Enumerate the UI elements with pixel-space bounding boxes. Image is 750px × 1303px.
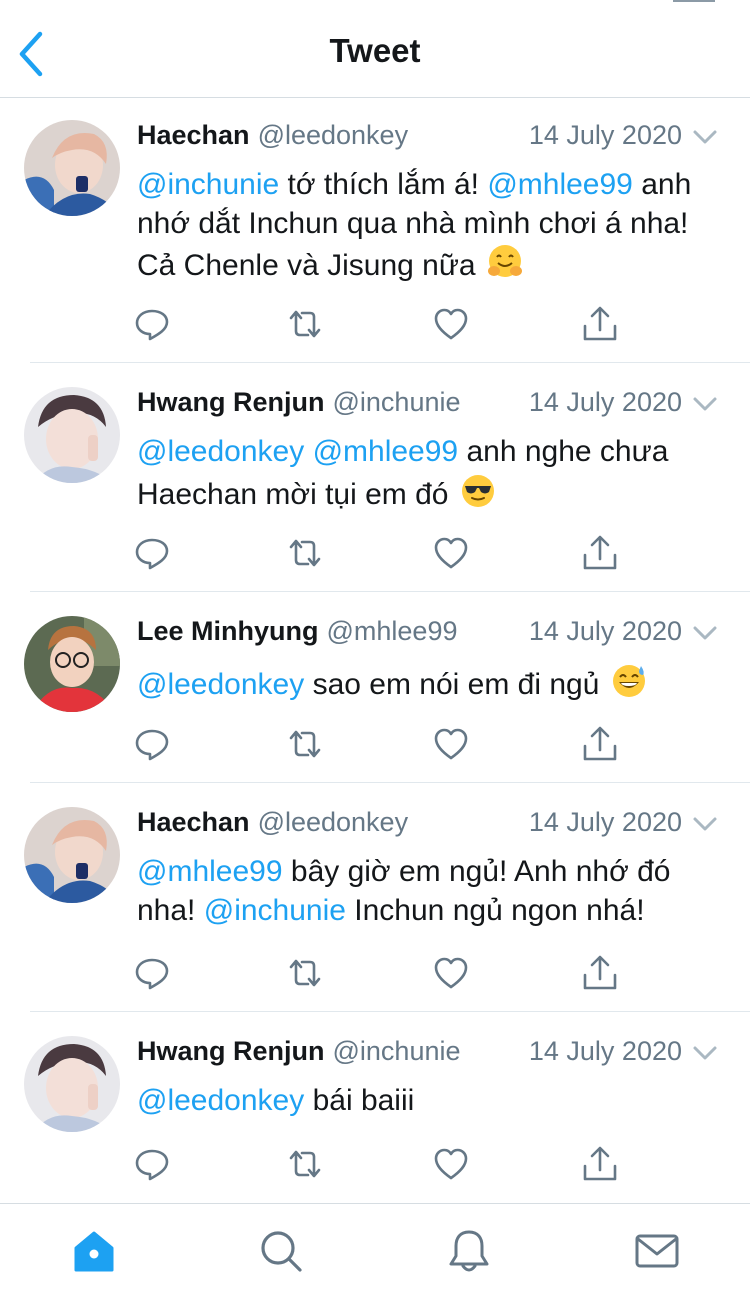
share-icon[interactable]	[580, 724, 620, 764]
tweet-actions	[0, 533, 750, 573]
page-title: Tweet	[329, 32, 421, 69]
author-name[interactable]: Hwang Renjun	[137, 1036, 325, 1066]
like-icon[interactable]	[431, 304, 471, 344]
tweet[interactable]: Hwang Renjun @inchunie 14 July 2020 @leed…	[0, 1012, 750, 1203]
tweet-actions	[0, 304, 750, 344]
mention-link[interactable]: @leedonkey	[137, 1084, 304, 1117]
chevron-down-icon[interactable]	[690, 618, 720, 648]
share-icon[interactable]	[580, 953, 620, 993]
chevron-down-icon[interactable]	[690, 1038, 720, 1068]
tweet-header: Haechan @leedonkey 14 July 2020	[137, 807, 720, 843]
author-name[interactable]: Hwang Renjun	[137, 387, 325, 417]
grinning-sweat-emoji	[612, 665, 645, 697]
tab-search[interactable]	[256, 1226, 306, 1276]
author-handle[interactable]: @inchunie	[333, 387, 461, 417]
tweet-text: @leedonkey bái baiii	[137, 1084, 415, 1117]
tweet-actions	[0, 1144, 750, 1184]
mention-link[interactable]: @leedonkey	[137, 668, 304, 701]
chevron-down-icon[interactable]	[690, 122, 720, 152]
tweet-date: 14 July 2020	[528, 616, 682, 646]
like-icon[interactable]	[431, 724, 471, 764]
mention-link[interactable]: @inchunie	[137, 168, 279, 201]
like-icon[interactable]	[431, 953, 471, 993]
share-icon[interactable]	[580, 304, 620, 344]
mention-link[interactable]: @mhlee99	[487, 168, 633, 201]
reply-icon[interactable]	[132, 304, 172, 344]
retweet-icon[interactable]	[285, 533, 325, 573]
home-icon	[74, 1231, 114, 1272]
retweet-icon[interactable]	[285, 724, 325, 764]
mention-link[interactable]: @leedonkey	[137, 435, 304, 468]
tweet-header: Lee Minhyung @mhlee99 14 July 2020	[137, 616, 720, 652]
share-icon[interactable]	[580, 533, 620, 573]
chevron-down-icon[interactable]	[690, 389, 720, 419]
tweet-text: @inchunie tớ thích lắm á! @mhlee99 anh n…	[137, 168, 692, 282]
tweet-text: @mhlee99 bây giờ em ngủ! Anh nhớ đó nha!…	[137, 855, 671, 927]
tweet-header: Hwang Renjun @inchunie 14 July 2020	[137, 387, 720, 423]
hugging-face-emoji	[487, 245, 522, 277]
reply-icon[interactable]	[132, 724, 172, 764]
tweet[interactable]: Haechan @leedonkey 14 July 2020 @inchunie…	[0, 98, 750, 363]
reply-icon[interactable]	[132, 1144, 172, 1184]
tab-home[interactable]	[69, 1226, 119, 1276]
avatar[interactable]	[24, 120, 120, 216]
tweet[interactable]: Hwang Renjun @inchunie 14 July 2020 @leed…	[0, 363, 750, 592]
mention-link[interactable]: @mhlee99	[137, 855, 283, 888]
header: Tweet	[0, 0, 750, 98]
like-icon[interactable]	[431, 1144, 471, 1184]
author-handle[interactable]: @inchunie	[333, 1036, 461, 1066]
status-indicator	[673, 0, 715, 2]
chevron-down-icon[interactable]	[690, 809, 720, 839]
author-handle[interactable]: @leedonkey	[258, 807, 409, 837]
avatar[interactable]	[24, 616, 120, 712]
mention-link[interactable]: @inchunie	[204, 894, 346, 927]
tab-notifications[interactable]	[444, 1226, 494, 1276]
notifications-icon	[449, 1230, 489, 1272]
reply-icon[interactable]	[132, 533, 172, 573]
author-handle[interactable]: @mhlee99	[327, 616, 458, 646]
retweet-icon[interactable]	[285, 1144, 325, 1184]
tweet[interactable]: Haechan @leedonkey 14 July 2020 @mhlee99 …	[0, 783, 750, 1012]
tweet-date: 14 July 2020	[528, 387, 682, 417]
author-name[interactable]: Haechan	[137, 120, 250, 150]
author-name[interactable]: Haechan	[137, 807, 250, 837]
search-icon	[261, 1231, 302, 1272]
tweet-header: Haechan @leedonkey 14 July 2020	[137, 120, 720, 156]
retweet-icon[interactable]	[285, 953, 325, 993]
like-icon[interactable]	[431, 533, 471, 573]
avatar[interactable]	[24, 807, 120, 903]
share-icon[interactable]	[580, 1144, 620, 1184]
tweet-actions	[0, 953, 750, 993]
reply-icon[interactable]	[132, 953, 172, 993]
tweet-text: @leedonkey sao em nói em đi ngủ	[137, 662, 720, 705]
avatar[interactable]	[24, 387, 120, 483]
mention-link[interactable]: @mhlee99	[313, 435, 459, 468]
retweet-icon[interactable]	[285, 304, 325, 344]
tab-messages[interactable]	[632, 1226, 682, 1276]
messages-icon	[635, 1234, 679, 1268]
tweet-text: @leedonkey @mhlee99 anh nghe chưa Haecha…	[137, 435, 669, 511]
tweet-actions	[0, 724, 750, 764]
tweet-date: 14 July 2020	[528, 1036, 682, 1066]
tweet-date: 14 July 2020	[528, 120, 682, 150]
tab-bar	[0, 1203, 750, 1303]
tweet-header: Hwang Renjun @inchunie 14 July 2020	[137, 1036, 720, 1072]
avatar[interactable]	[24, 1036, 120, 1132]
tweet[interactable]: Lee Minhyung @mhlee99 14 July 2020 @leedo…	[0, 592, 750, 783]
tweet-date: 14 July 2020	[528, 807, 682, 837]
sunglasses-face-emoji	[461, 474, 494, 507]
author-handle[interactable]: @leedonkey	[258, 120, 409, 150]
author-name[interactable]: Lee Minhyung	[137, 616, 319, 646]
